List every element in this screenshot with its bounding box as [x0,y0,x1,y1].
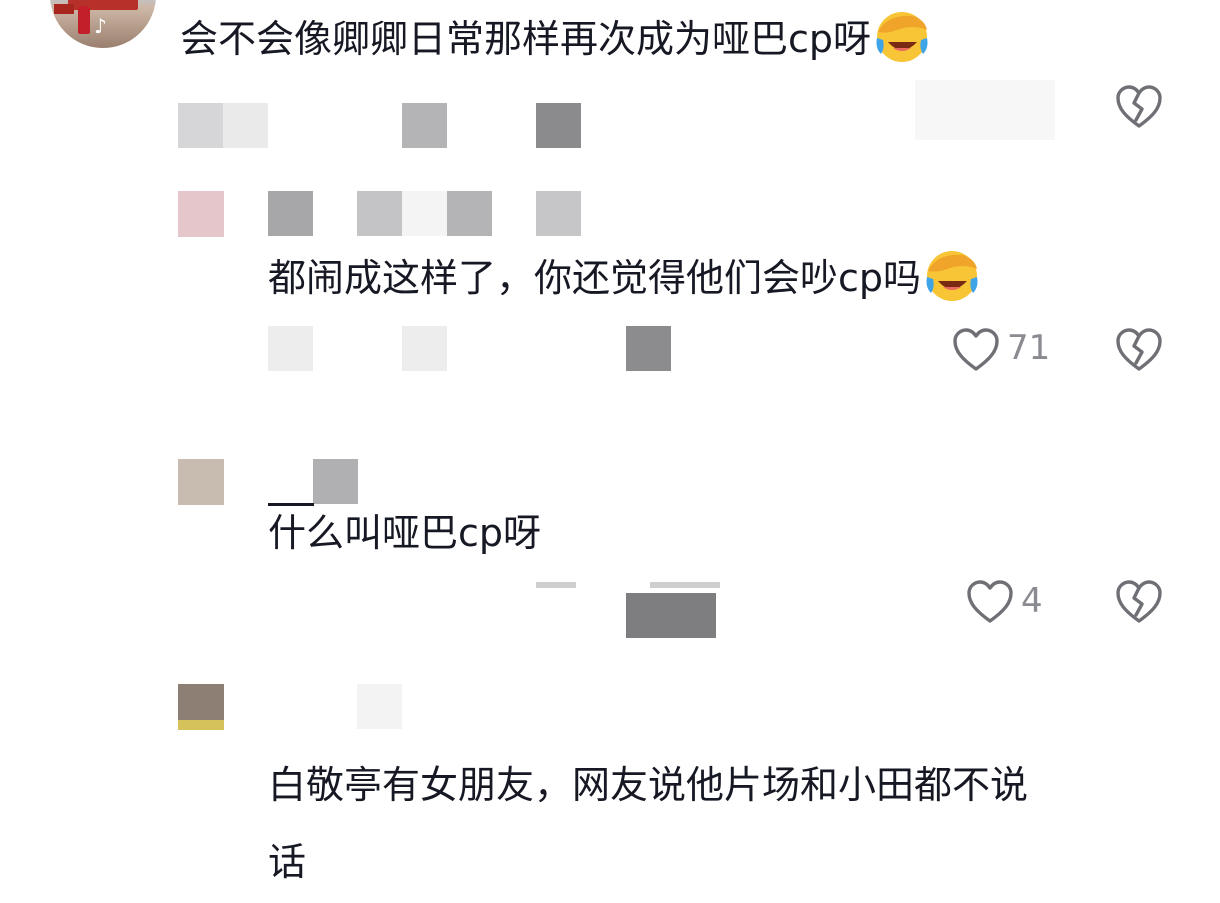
reply-avatar[interactable] [178,191,224,237]
broken-heart-icon[interactable] [1115,84,1163,130]
blurred-username [536,191,581,236]
blurred-meta [268,326,313,371]
blurred-username [357,684,402,729]
blurred-meta [626,593,716,638]
avatar-roof-shape [54,4,74,14]
like-count: 71 [1007,328,1051,368]
comment-text: 会不会像卿卿日常那样再次成为哑巴cp呀 [180,8,931,67]
reply-text: 都闹成这样了，你还觉得他们会吵cp吗 [268,247,981,306]
blurred-meta [915,80,1055,140]
blurred-meta [536,582,576,588]
rofl-face-icon [873,8,931,66]
blurred-meta [402,326,447,371]
reply-avatar[interactable] [178,459,224,505]
avatar-band-shape [178,720,224,730]
blurred-meta [178,103,223,148]
tiktok-logo-icon: ♪ [94,14,107,38]
blurred-username [268,191,313,236]
blurred-username [402,191,447,236]
blurred-meta [223,103,268,148]
blurred-meta [402,103,447,148]
blurred-meta [626,326,671,371]
like-count: 4 [1021,581,1043,621]
blurred-meta [536,103,581,148]
commenter-avatar[interactable]: ♪ [50,0,156,48]
broken-heart-icon[interactable] [1115,327,1163,373]
rofl-face-icon [923,247,981,305]
reply-text-line2: 话 [268,840,307,884]
blurred-username [313,459,358,504]
blurred-meta [650,582,720,588]
blurred-username [357,191,402,236]
reply-avatar[interactable] [178,684,224,730]
heart-outline-icon[interactable] [952,327,1000,373]
avatar-figure-shape [78,6,90,34]
reply-text-line1: 白敬亭有女朋友，网友说他片场和小田都不说 [268,763,1029,807]
comment-text-content: 会不会像卿卿日常那样再次成为哑巴cp呀 [180,17,872,61]
broken-heart-icon[interactable] [1115,579,1163,625]
reply-text-content: 都闹成这样了，你还觉得他们会吵cp吗 [268,256,922,300]
heart-outline-icon[interactable] [966,579,1014,625]
reply-text: 什么叫哑巴cp呀 [268,511,542,555]
blurred-username [447,191,492,236]
